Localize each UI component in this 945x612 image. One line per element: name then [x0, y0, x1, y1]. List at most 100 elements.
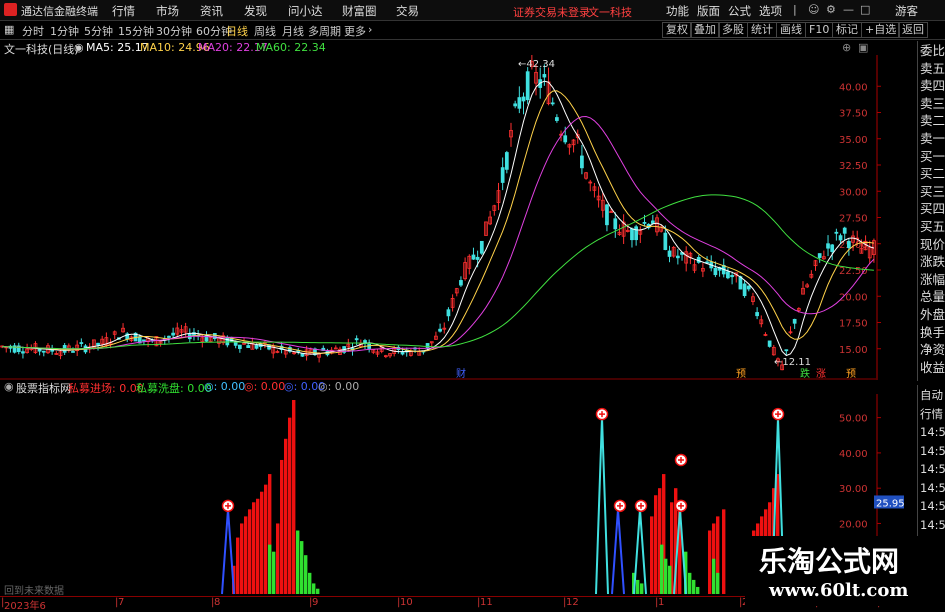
indicator-item-2: ◎: 0.00 [204, 380, 246, 393]
add-watchlist-button[interactable]: +自选 [861, 22, 901, 38]
side2-item-7[interactable]: 14:50 [920, 517, 945, 533]
side-item-9[interactable]: 买四 [920, 201, 945, 217]
menu-faxian[interactable]: 发现 [244, 3, 267, 19]
duogu-button[interactable]: 多股 [718, 22, 748, 38]
menu-jiaoyi[interactable]: 交易 [396, 3, 419, 19]
grid-icon[interactable]: ▦ [4, 23, 14, 36]
candlestick-chart[interactable]: 40.0037.5035.0032.5030.0027.5025.0022.50… [0, 55, 917, 380]
side-item-4[interactable]: 卖二 [920, 113, 945, 129]
side-item-3[interactable]: 卖三 [920, 96, 945, 112]
period-fenshi[interactable]: 分时 [22, 23, 44, 39]
side-item-8[interactable]: 买三 [920, 184, 945, 200]
menu-xuanxiang[interactable]: 选项 [759, 3, 782, 19]
red-bar [236, 537, 240, 594]
candle-body [667, 250, 672, 257]
indicator-settings-icon[interactable]: ◉ [4, 380, 14, 393]
tongji-button[interactable]: 统计 [747, 22, 777, 38]
menu-banmian[interactable]: 版面 [697, 3, 720, 19]
crosshair-icon[interactable]: ⊕ [842, 41, 851, 54]
side-item-17[interactable]: 净资 [920, 342, 945, 358]
high-price-label: ←42.34 [518, 59, 555, 70]
side-item-1[interactable]: 卖五 [920, 61, 945, 77]
diejia-button[interactable]: 叠加 [690, 22, 720, 38]
side2-item-5[interactable]: 14:50 [920, 480, 945, 496]
login-warning[interactable]: 证券交易未登录 [513, 4, 590, 20]
period-monthly[interactable]: 月线 [282, 23, 304, 39]
menu-wenxiaoda[interactable]: 问小达 [288, 3, 323, 19]
side2-item-4[interactable]: 14:50 [920, 461, 945, 477]
back-button[interactable]: 返回 [898, 22, 928, 38]
candle-body [41, 350, 46, 353]
side-item-6[interactable]: 买一 [920, 149, 945, 165]
guest-label[interactable]: 游客 [895, 3, 918, 19]
side-item-13[interactable]: 涨幅 [920, 272, 945, 288]
side-item-16[interactable]: 换手 [920, 325, 945, 341]
f10-button[interactable]: F10 [805, 22, 834, 38]
side-item-18[interactable]: 收益 [920, 360, 945, 376]
menu-hangqing[interactable]: 行情 [112, 3, 135, 19]
period-toolbar: ▦ 分时 1分钟 5分钟 15分钟 30分钟 60分钟 日线 周线 月线 多周期… [0, 21, 945, 40]
date-tick-3: | [309, 597, 313, 608]
period-daily[interactable]: 日线 [226, 23, 248, 39]
menu-gongneng[interactable]: 功能 [666, 3, 689, 19]
period-15min[interactable]: 15分钟 [118, 23, 154, 39]
menu-zixun[interactable]: 资讯 [200, 3, 223, 19]
date-label-2: 8 [214, 597, 221, 608]
candle-body [675, 255, 680, 259]
red-bar [292, 400, 296, 594]
red-bar [260, 491, 264, 594]
side-item-10[interactable]: 买五 [920, 219, 945, 235]
side-item-0[interactable]: 委比 [920, 43, 945, 59]
side-item-2[interactable]: 卖四 [920, 78, 945, 94]
period-weekly[interactable]: 周线 [254, 23, 276, 39]
watermark: 乐淘公式网 www.60lt.com [745, 536, 945, 606]
settings-small-icon[interactable]: ◉ [74, 41, 84, 54]
chevron-right-icon[interactable]: › [368, 23, 372, 36]
period-multi[interactable]: 多周期 [308, 23, 341, 39]
candle-body [847, 241, 851, 249]
side2-item-3[interactable]: 14:50 [920, 443, 945, 459]
period-1min[interactable]: 1分钟 [50, 23, 79, 39]
fuquan-button[interactable]: 复权 [662, 22, 692, 38]
app-logo-icon [4, 3, 17, 16]
maximize-icon[interactable]: □ [860, 3, 870, 16]
menu-caifuquan[interactable]: 财富圈 [342, 3, 377, 19]
stock-name-header: 文一科技 [588, 6, 632, 19]
date-label-6: 12 [566, 597, 579, 608]
green-bar [668, 565, 672, 594]
menu-shichang[interactable]: 市场 [156, 3, 179, 19]
side2-item-0[interactable]: 自动 [920, 387, 943, 403]
settings-icon[interactable]: ⚙ [826, 3, 836, 16]
low-price-label: ←12.11 [774, 357, 811, 368]
period-5min[interactable]: 5分钟 [84, 23, 113, 39]
green-bar [308, 572, 312, 594]
minimize-icon[interactable]: — [843, 3, 854, 16]
side2-item-6[interactable]: 14:50 [920, 498, 945, 514]
period-more[interactable]: 更多 [344, 23, 366, 39]
candle-body [233, 342, 238, 346]
side-item-7[interactable]: 买二 [920, 166, 945, 182]
biaoji-button[interactable]: 标记 [832, 22, 862, 38]
side-item-12[interactable]: 涨跌 [920, 254, 945, 270]
candle-body [21, 351, 25, 354]
date-tick-4: | [397, 597, 401, 608]
candle-body [71, 351, 75, 353]
event-marker-2: 跌 [800, 367, 810, 380]
side-item-15[interactable]: 外盘 [920, 307, 945, 323]
ma20-line [2, 115, 875, 352]
side2-item-1[interactable]: 行情 [920, 406, 943, 422]
side-item-5[interactable]: 卖一 [920, 131, 945, 147]
window-icon[interactable]: ▣ [858, 41, 868, 54]
price-label-8: 20.00 [839, 292, 868, 303]
user-icon[interactable]: ☺ [808, 3, 819, 16]
menu-gongshi[interactable]: 公式 [728, 3, 751, 19]
huaxian-button[interactable]: 画线 [776, 22, 806, 38]
side-item-11[interactable]: 现价 [920, 237, 945, 253]
red-bar [288, 417, 292, 594]
price-label-9: 17.50 [839, 319, 868, 330]
period-30min[interactable]: 30分钟 [156, 23, 192, 39]
date-label-5: 11 [480, 597, 493, 608]
side2-item-2[interactable]: 14:50 [920, 424, 945, 440]
side-item-14[interactable]: 总量 [920, 289, 945, 305]
date-label-0: 2023年6 [4, 601, 46, 612]
